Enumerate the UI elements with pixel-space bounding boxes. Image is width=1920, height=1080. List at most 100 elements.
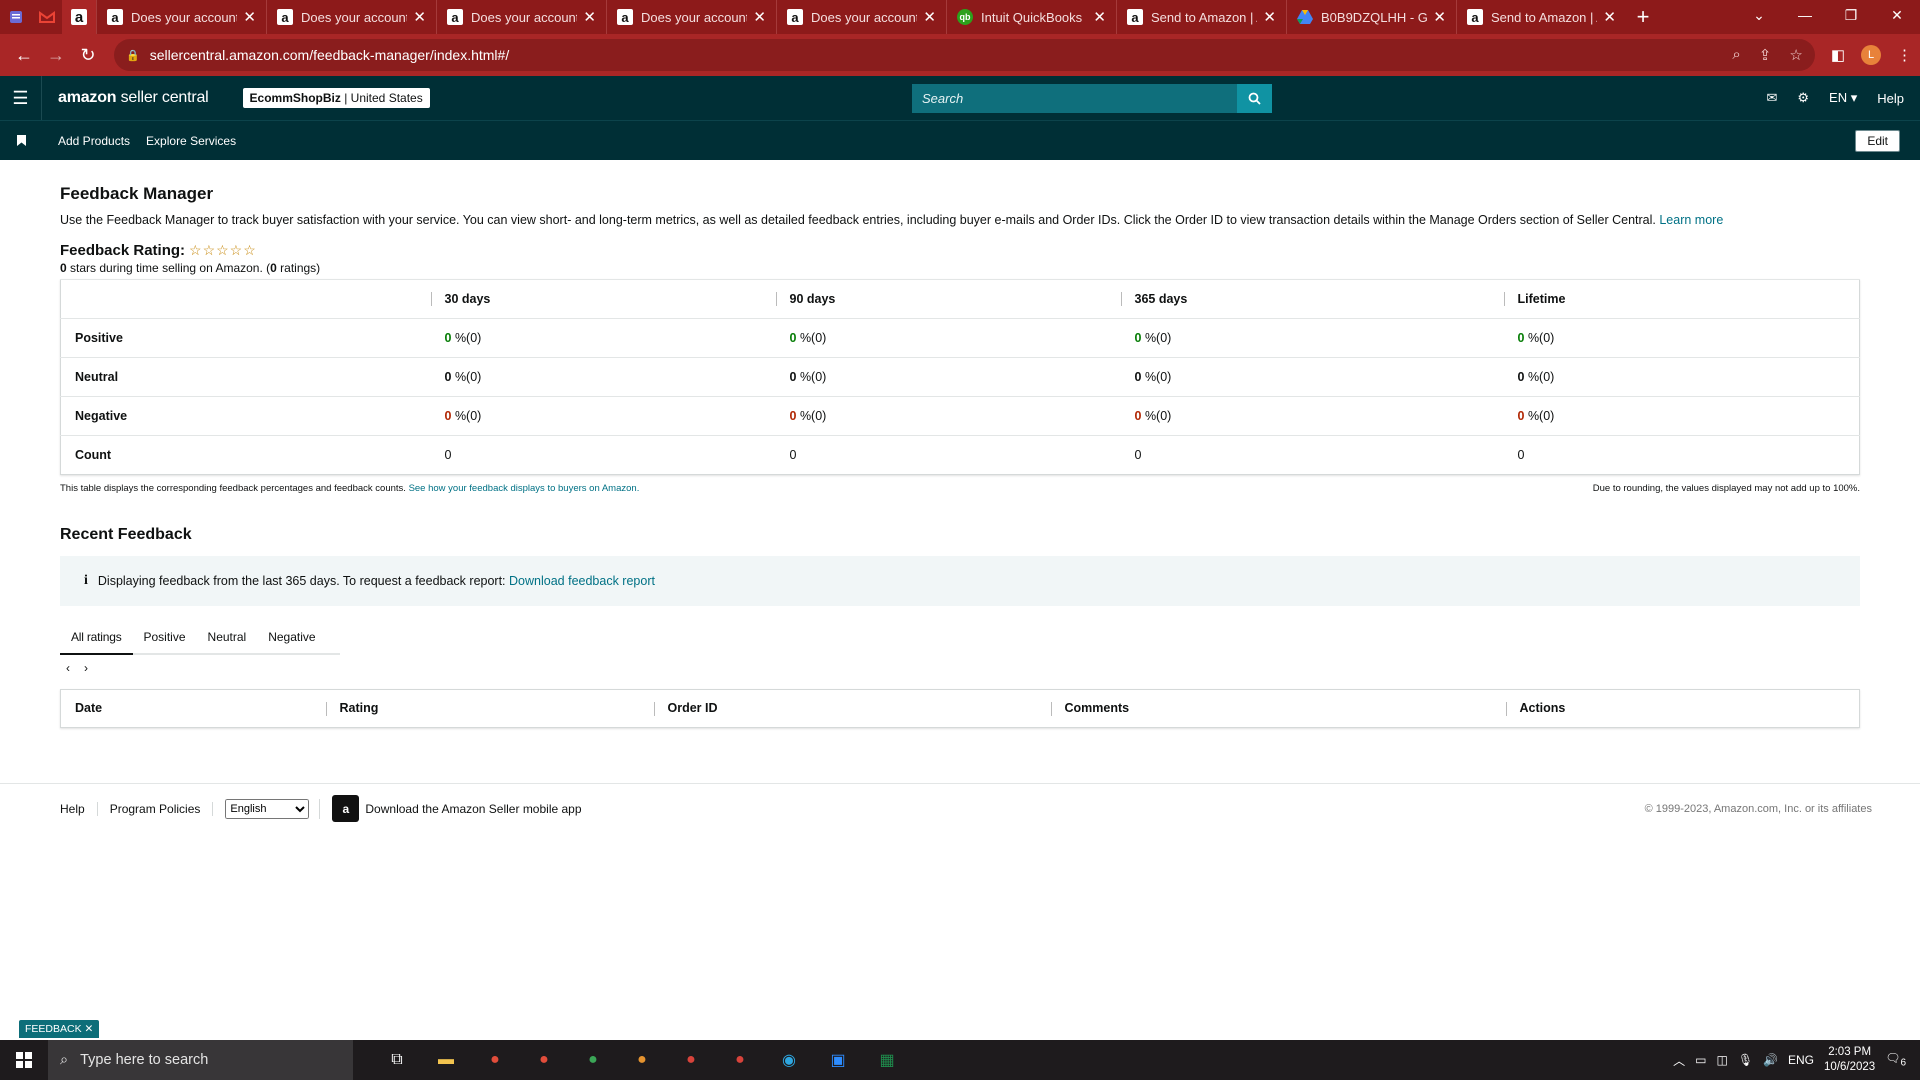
feedback-metrics-table: 30 days 90 days 365 days Lifetime Positi… <box>60 278 1860 475</box>
feedback-pill-button[interactable]: FEEDBACK ✕ <box>19 1020 100 1038</box>
feedback-display-link[interactable]: See how your feedback displays to buyers… <box>409 483 640 494</box>
microphone-icon[interactable]: 🎙 <box>1738 1053 1753 1067</box>
metrics-cell: 0 %(0) <box>1503 356 1860 396</box>
pinned-tab-gmail[interactable] <box>31 0 62 34</box>
download-report-link[interactable]: Download feedback report <box>509 574 655 588</box>
taskbar-apps: ⧉ ▬ ● ● ● ● ● ● ◉ ▣ ▦ <box>379 1042 905 1078</box>
chrome-profile-r-icon[interactable]: ● <box>673 1042 709 1078</box>
tab-close-icon[interactable]: ✕ <box>243 8 256 26</box>
store-selector[interactable]: EcommShopBiz | United States <box>242 88 430 108</box>
bookmark-flag-icon <box>16 135 26 146</box>
metrics-col-lifetime: Lifetime <box>1503 278 1860 318</box>
bookmark-star-icon[interactable]: ☆ <box>1789 46 1802 64</box>
help-link[interactable]: Help <box>1877 91 1904 106</box>
browser-tab[interactable]: a Does your account ✕ <box>266 0 436 34</box>
zoom-icon[interactable]: ⌕ <box>1732 46 1740 64</box>
browser-tab[interactable]: a Does your account ✕ <box>436 0 606 34</box>
tab-search-chevron-icon[interactable]: ⌄ <box>1736 0 1782 30</box>
tab-close-icon[interactable]: ✕ <box>1433 8 1446 26</box>
language-selector[interactable]: EN ▾ <box>1829 90 1857 106</box>
tab-close-icon[interactable]: ✕ <box>1093 8 1106 26</box>
minimize-button[interactable]: — <box>1782 0 1828 30</box>
close-window-button[interactable]: ✕ <box>1874 0 1920 30</box>
new-tab-button[interactable]: + <box>1626 0 1660 34</box>
browser-tab[interactable]: a Send to Amazon | A ✕ <box>1116 0 1286 34</box>
volume-icon[interactable]: 🔊 <box>1763 1053 1778 1067</box>
footer-language-select[interactable]: English <box>225 798 310 819</box>
file-explorer-icon[interactable]: ▬ <box>428 1042 464 1078</box>
reload-button[interactable]: ↻ <box>72 39 104 71</box>
hamburger-menu-icon[interactable]: ☰ <box>0 76 42 120</box>
side-panel-icon[interactable]: ◧ <box>1831 46 1845 64</box>
settings-gear-icon[interactable]: ⚙ <box>1797 90 1809 106</box>
tab-neutral[interactable]: Neutral <box>197 618 258 653</box>
share-icon[interactable]: ⇪ <box>1759 46 1772 64</box>
excel-icon[interactable]: ▦ <box>869 1042 905 1078</box>
clock[interactable]: 2:03 PM 10/6/2023 <box>1824 1045 1875 1075</box>
seller-central-logo[interactable]: amazon seller central <box>58 89 209 107</box>
chrome-profile-l-icon[interactable]: ● <box>722 1042 758 1078</box>
restore-button[interactable]: ❐ <box>1828 0 1874 30</box>
add-products-link[interactable]: Add Products <box>58 134 130 148</box>
browser-tab[interactable]: a Does your account ✕ <box>776 0 946 34</box>
tab-close-icon[interactable]: ✕ <box>923 8 936 26</box>
learn-more-link[interactable]: Learn more <box>1659 213 1723 227</box>
chrome-profile-o-icon[interactable]: ● <box>575 1042 611 1078</box>
system-tray: ︿ ▭ ◫ 🎙 🔊 ENG 2:03 PM 10/6/2023 🗨6 <box>1673 1045 1920 1075</box>
footer-help-link[interactable]: Help <box>48 801 98 816</box>
forward-button[interactable]: → <box>40 39 72 71</box>
browser-tab[interactable]: a Send to Amazon | A ✕ <box>1456 0 1626 34</box>
prev-page-icon[interactable]: ‹ <box>66 661 70 675</box>
metrics-row-label: Positive <box>60 317 431 357</box>
windows-taskbar: ⌕ Type here to search ⧉ ▬ ● ● ● ● ● ● ◉ … <box>0 1040 1920 1080</box>
tray-chevron-icon[interactable]: ︿ <box>1673 1052 1685 1069</box>
metrics-cell: 0 %(0) <box>775 317 1121 357</box>
seller-app-download[interactable]: a Download the Amazon Seller mobile app <box>332 795 582 822</box>
url-field[interactable]: 🔒 sellercentral.amazon.com/feedback-mana… <box>114 39 1815 71</box>
tab-search-icon[interactable] <box>0 0 31 34</box>
footer-program-policies-link[interactable]: Program Policies <box>98 801 214 816</box>
browser-tab[interactable]: qb Intuit QuickBooks ✕ <box>946 0 1116 34</box>
search-button[interactable] <box>1237 84 1272 113</box>
browser-tab[interactable]: B0B9DZQLHH - Go ✕ <box>1286 0 1456 34</box>
tab-all-ratings[interactable]: All ratings <box>60 618 133 655</box>
tab-close-icon[interactable]: ✕ <box>1263 8 1276 26</box>
input-language[interactable]: ENG <box>1788 1053 1814 1067</box>
taskbar-search-box[interactable]: ⌕ Type here to search <box>48 1040 353 1080</box>
back-button[interactable]: ← <box>8 39 40 71</box>
browser-menu-icon[interactable]: ⋮ <box>1897 46 1912 64</box>
bookmark-icon[interactable] <box>0 135 42 146</box>
tab-close-icon[interactable]: ✕ <box>753 8 766 26</box>
network-icon[interactable]: ▭ <box>1695 1053 1706 1067</box>
meet-now-icon[interactable]: ◫ <box>1716 1053 1727 1067</box>
profile-avatar[interactable]: L <box>1861 45 1881 65</box>
browser-tab[interactable]: a Does your account ✕ <box>96 0 266 34</box>
recent-header-row: Date Rating Order ID Comments Actions <box>61 689 1860 727</box>
tab-negative[interactable]: Negative <box>257 618 326 653</box>
chrome-profile-m-icon[interactable]: ● <box>624 1042 660 1078</box>
tab-close-icon[interactable]: ✕ <box>583 8 596 26</box>
chrome-profile-d-icon[interactable]: ● <box>526 1042 562 1078</box>
edit-bookmarks-button[interactable]: Edit <box>1855 129 1900 152</box>
mail-icon[interactable]: ✉ <box>1766 90 1777 106</box>
chrome-icon[interactable]: ● <box>477 1042 513 1078</box>
next-page-icon[interactable]: › <box>84 661 88 675</box>
lock-icon: 🔒 <box>126 49 140 62</box>
search-input[interactable] <box>912 84 1237 113</box>
browser-tab[interactable]: a Does your account ✕ <box>606 0 776 34</box>
tab-close-icon[interactable]: ✕ <box>1603 8 1616 26</box>
explore-services-link[interactable]: Explore Services <box>146 134 236 148</box>
logo-brand: amazon <box>58 89 117 106</box>
clock-date: 10/6/2023 <box>1824 1061 1876 1073</box>
pinned-tab-amazon-active[interactable]: a <box>62 0 96 34</box>
zoom-app-icon[interactable]: ▣ <box>820 1042 856 1078</box>
tab-close-icon[interactable]: ✕ <box>413 8 426 26</box>
telegram-icon[interactable]: ◉ <box>771 1042 807 1078</box>
tab-title: Send to Amazon | A <box>1491 9 1598 25</box>
notifications-icon[interactable]: 🗨6 <box>1885 1051 1906 1068</box>
task-view-icon[interactable]: ⧉ <box>379 1042 415 1078</box>
windows-start-icon[interactable] <box>0 1040 48 1080</box>
tab-title: Does your account <box>131 9 238 25</box>
tab-positive[interactable]: Positive <box>133 618 197 653</box>
info-alert: i Displaying feedback from the last 365 … <box>60 555 1860 606</box>
